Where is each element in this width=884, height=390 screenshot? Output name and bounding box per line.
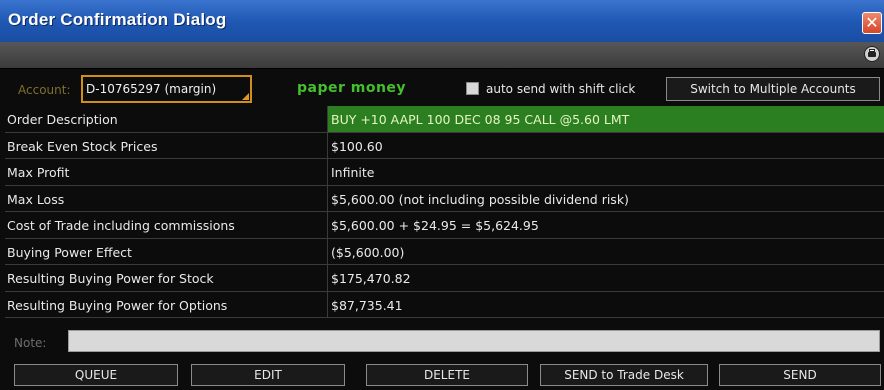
close-icon[interactable]: ✕ [862, 12, 882, 34]
row-max-profit: Max Profit Infinite [5, 159, 884, 186]
paper-money-label: paper money [297, 80, 407, 96]
account-label: Account: [18, 83, 71, 97]
row-value-cell: Infinite [327, 159, 884, 185]
row-label: Break Even Stock Prices [7, 138, 158, 154]
row-label: Cost of Trade including commissions [7, 218, 235, 233]
row-value-cell: $100.60 [327, 132, 884, 158]
edit-button[interactable]: EDIT [191, 364, 345, 386]
row-value-cell: $175,470.82 [327, 265, 884, 291]
row-label: Resulting Buying Power for Options [7, 297, 228, 313]
toolbar [0, 42, 884, 69]
auto-send-checkbox[interactable] [466, 82, 479, 95]
row-value: Infinite [331, 165, 375, 180]
row-label: Resulting Buying Power for Stock [7, 271, 214, 286]
dropdown-corner-icon [242, 93, 249, 100]
row-value-cell: ($5,600.00) [327, 238, 884, 264]
row-label: Max Loss [7, 191, 65, 207]
row-value-cell: BUY +10 AAPL 100 DEC 08 95 CALL @5.60 LM… [327, 106, 884, 132]
account-select[interactable]: D-10765297 (margin) [81, 75, 252, 103]
row-value-cell: $5,600.00 + $24.95 = $5,624.95 [327, 212, 884, 238]
row-value-cell: $87,735.41 [327, 291, 884, 317]
row-label: Max Profit [7, 165, 70, 180]
print-icon[interactable] [864, 46, 880, 62]
row-break-even: Break Even Stock Prices $100.60 [5, 132, 884, 159]
window-title: Order Confirmation Dialog [8, 10, 227, 29]
row-value-cell: $5,600.00 (not including possible divide… [327, 185, 884, 211]
send-to-trade-desk-button[interactable]: SEND to Trade Desk [540, 364, 708, 386]
note-input[interactable] [68, 330, 880, 352]
row-cost-of-trade: Cost of Trade including commissions $5,6… [5, 212, 884, 239]
switch-accounts-button[interactable]: Switch to Multiple Accounts [666, 77, 880, 101]
delete-button[interactable]: DELETE [366, 364, 528, 386]
row-label: Buying Power Effect [7, 244, 132, 260]
row-label: Order Description [7, 112, 118, 127]
row-bp-options: Resulting Buying Power for Options $87,7… [5, 291, 884, 318]
title-bar: Order Confirmation Dialog ✕ [0, 0, 884, 42]
row-max-loss: Max Loss $5,600.00 (not including possib… [5, 185, 884, 212]
row-value: BUY +10 AAPL 100 DEC 08 95 CALL @5.60 LM… [331, 112, 630, 127]
account-row: Account: D-10765297 (margin) paper money… [0, 74, 884, 104]
note-label: Note: [14, 336, 47, 350]
row-value: $175,470.82 [331, 271, 411, 286]
row-value: $100.60 [331, 138, 383, 154]
auto-send-label: auto send with shift click [486, 82, 636, 96]
row-bp-stock: Resulting Buying Power for Stock $175,47… [5, 265, 884, 292]
row-value: $5,600.00 (not including possible divide… [331, 191, 629, 207]
row-value: ($5,600.00) [331, 244, 405, 260]
row-order-description: Order Description BUY +10 AAPL 100 DEC 0… [5, 106, 884, 133]
queue-button[interactable]: QUEUE [14, 364, 178, 386]
order-details-table: Order Description BUY +10 AAPL 100 DEC 0… [5, 106, 884, 318]
account-value: D-10765297 (margin) [86, 82, 217, 96]
row-buying-power-effect: Buying Power Effect ($5,600.00) [5, 238, 884, 265]
row-value: $5,600.00 + $24.95 = $5,624.95 [331, 218, 539, 233]
send-button[interactable]: SEND [719, 364, 881, 386]
row-value: $87,735.41 [331, 297, 403, 313]
